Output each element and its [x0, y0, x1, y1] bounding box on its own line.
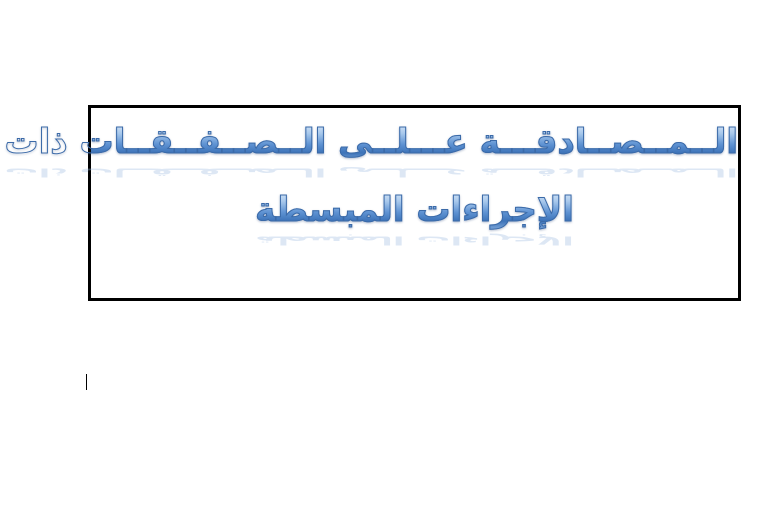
title-line-1-reflection: الــمــصــادقـــة عـــلــى الــصــفــقــ… [4, 165, 738, 180]
title-line-2-reflection: الإجراءات المبسطة [255, 233, 574, 248]
text-cursor [86, 374, 87, 390]
title-line-1: الــمــصــادقـــة عـــلــى الــصــفــقــ… [4, 122, 738, 163]
title-text-box[interactable]: الــمــصــادقـــة عـــلــى الــصــفــقــ… [4, 105, 741, 301]
document-page[interactable]: الــمــصــادقـــة عـــلــى الــصــفــقــ… [0, 0, 775, 516]
title-line-2: الإجراءات المبسطة [91, 188, 738, 232]
